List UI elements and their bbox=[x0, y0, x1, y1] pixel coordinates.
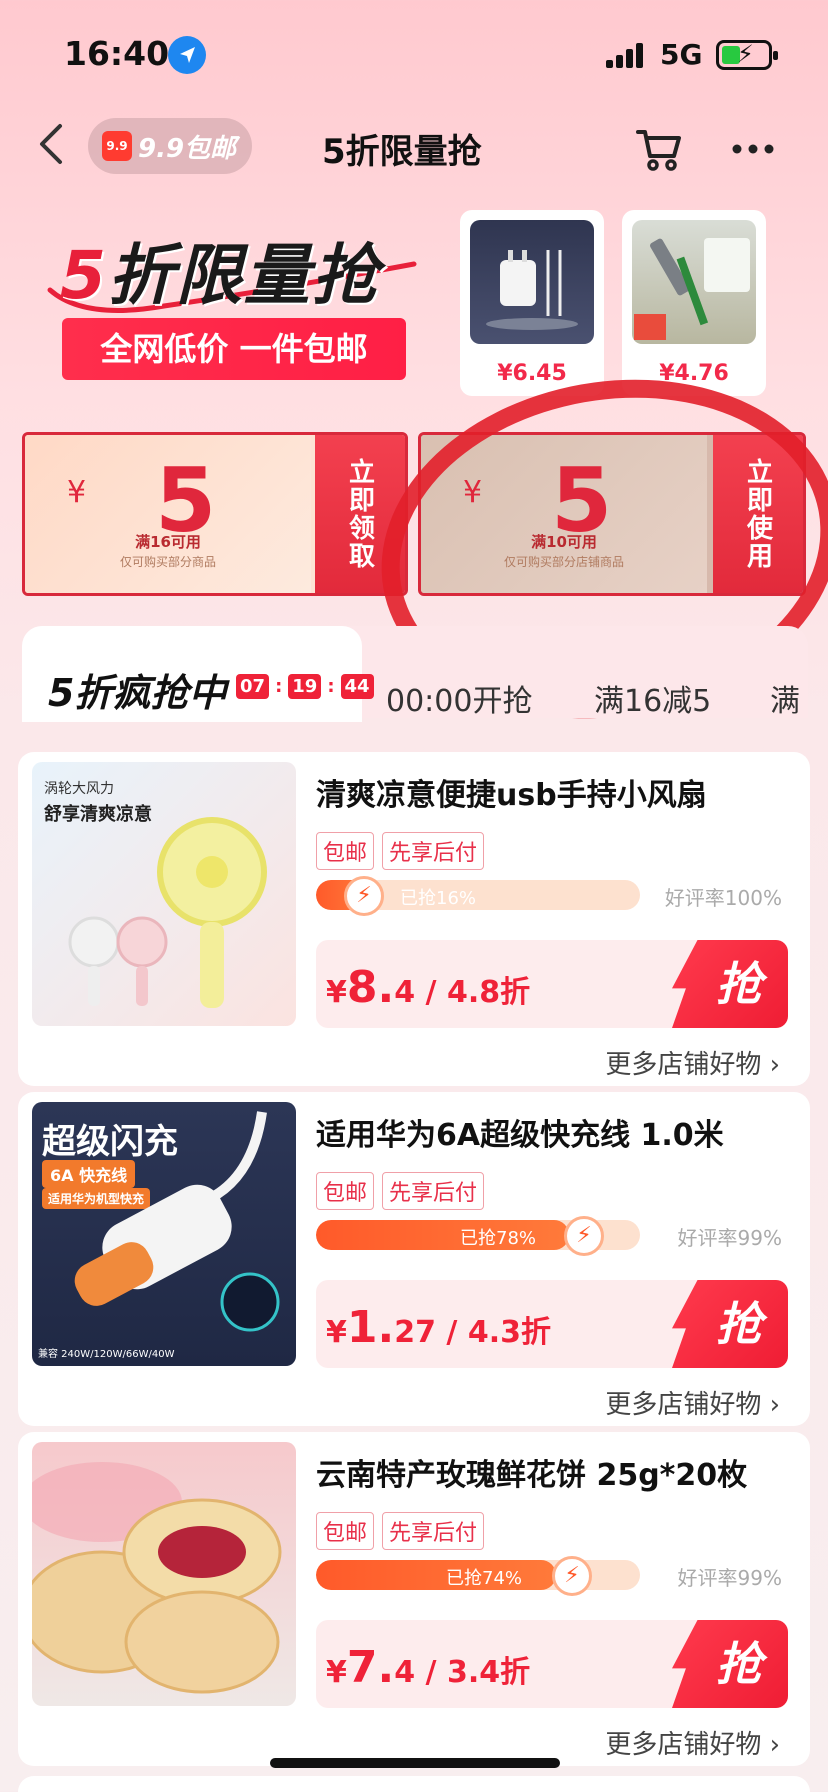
product-card[interactable]: 云南特产玫瑰鲜花饼 25g*20枚 包邮 先享后付 已抢74% ⚡ 好评率99%… bbox=[18, 1432, 810, 1766]
grab-button[interactable]: 抢 bbox=[672, 1280, 788, 1368]
fan-image: 涡轮大风力 舒享清爽凉意 bbox=[32, 762, 296, 1026]
countdown-hours: 07 bbox=[236, 674, 270, 699]
product-title: 云南特产玫瑰鲜花饼 25g*20枚 bbox=[316, 1458, 748, 1493]
tag-pay-later: 先享后付 bbox=[382, 1512, 485, 1550]
product-card[interactable]: 涡轮大风力 舒享清爽凉意 清爽凉意便捷usb手持小风扇 包邮 先享后付 已抢16… bbox=[18, 752, 810, 1086]
coupon-condition: 满16可用 bbox=[135, 533, 201, 551]
tag-free-shipping: 包邮 bbox=[316, 832, 375, 870]
price-integer: 8. bbox=[346, 962, 395, 1013]
charger-image bbox=[470, 220, 594, 344]
mini-product-card[interactable]: ¥6.45 bbox=[460, 210, 604, 396]
next-product-card-peek bbox=[18, 1776, 810, 1792]
cable-image-compat: 兼容 240W/120W/66W/40W bbox=[38, 1349, 175, 1360]
price-discount: / 4.8折 bbox=[415, 975, 531, 1010]
cart-icon bbox=[636, 130, 681, 171]
price-discount: / 4.3折 bbox=[435, 1315, 551, 1350]
price-currency: ¥ bbox=[326, 1315, 347, 1350]
product-rating: 好评率100% bbox=[664, 886, 782, 910]
chevron-left-icon bbox=[40, 124, 62, 164]
cellular-signal-icon bbox=[606, 42, 648, 68]
price-discount: / 3.4折 bbox=[415, 1655, 531, 1690]
squeegee-image bbox=[632, 220, 756, 344]
product-price: ¥7.4 / 3.4折 bbox=[326, 1642, 530, 1693]
price-integer: 1. bbox=[346, 1302, 395, 1353]
grab-button[interactable]: 抢 bbox=[672, 1620, 788, 1708]
chevron-right-icon: › bbox=[769, 1730, 780, 1760]
sold-progress-label: 已抢78% bbox=[460, 1228, 537, 1249]
countdown-minutes: 19 bbox=[288, 674, 322, 699]
lightning-icon: ⚡ bbox=[552, 1556, 592, 1596]
page-title: 5折限量抢 bbox=[322, 132, 482, 172]
chevron-right-icon: › bbox=[769, 1050, 780, 1080]
product-tags: 包邮 先享后付 bbox=[316, 1172, 485, 1210]
chevron-right-icon: › bbox=[769, 1390, 780, 1420]
price-decimal: 4 bbox=[394, 975, 416, 1010]
more-store-items-link[interactable]: 更多店铺好物 › bbox=[605, 1044, 780, 1081]
tab-more[interactable]: 满 bbox=[770, 676, 800, 720]
coupon-currency: ¥ bbox=[67, 475, 87, 510]
tab-active-label: 5折疯抢中 bbox=[48, 671, 227, 715]
cart-button[interactable] bbox=[634, 124, 684, 174]
more-button[interactable] bbox=[730, 128, 776, 168]
lightning-icon: ⚡ bbox=[344, 876, 384, 916]
network-type: 5G bbox=[660, 38, 703, 71]
grab-button[interactable]: 抢 bbox=[672, 940, 788, 1028]
tab-discount-16-5[interactable]: 满16减5 bbox=[594, 676, 711, 720]
countdown-seconds: 44 bbox=[340, 674, 374, 699]
home-indicator[interactable] bbox=[270, 1758, 560, 1768]
price-decimal: 27 bbox=[394, 1315, 436, 1350]
banner-title: 5折限量抢 bbox=[60, 222, 380, 318]
product-price: ¥1.27 / 4.3折 bbox=[326, 1302, 551, 1353]
tag-pay-later: 先享后付 bbox=[382, 1172, 485, 1210]
banner-subtitle: 全网低价 一件包邮 bbox=[62, 318, 406, 380]
pill-label: 9.9包邮 bbox=[138, 133, 237, 164]
price-currency: ¥ bbox=[326, 1655, 347, 1690]
banner-title-text: 折限量抢 bbox=[107, 237, 380, 314]
tag-free-shipping: 包邮 bbox=[316, 1172, 375, 1210]
product-rating: 好评率99% bbox=[677, 1566, 782, 1590]
product-tags: 包邮 先享后付 bbox=[316, 832, 485, 870]
more-store-items-label: 更多店铺好物 bbox=[605, 1730, 762, 1760]
mini-product-card[interactable]: ¥4.76 bbox=[622, 210, 766, 396]
coupon-card[interactable]: ¥ 5 满16可用 仅可购买部分商品 立即领取 bbox=[22, 432, 408, 596]
location-arrow-icon bbox=[168, 36, 206, 74]
price-currency: ¥ bbox=[326, 975, 347, 1010]
free-shipping-pill[interactable]: 9.9 9.9包邮 bbox=[88, 118, 252, 174]
more-store-items-label: 更多店铺好物 bbox=[605, 1390, 762, 1420]
product-title: 清爽凉意便捷usb手持小风扇 bbox=[316, 778, 707, 813]
tab-midnight[interactable]: 00:00开抢 bbox=[386, 676, 532, 720]
back-button[interactable] bbox=[36, 122, 76, 174]
tag-pay-later: 先享后付 bbox=[382, 832, 485, 870]
product-card[interactable]: 超级闪充 6A 快充线 适用华为机型快充 兼容 240W/120W/66W/40… bbox=[18, 1092, 810, 1426]
cable-image: 超级闪充 6A 快充线 适用华为机型快充 兼容 240W/120W/66W/40… bbox=[32, 1102, 296, 1366]
coupon-scope: 仅可购买部分商品 bbox=[119, 555, 216, 569]
more-store-items-label: 更多店铺好物 bbox=[605, 1050, 762, 1080]
more-store-items-link[interactable]: 更多店铺好物 › bbox=[605, 1384, 780, 1421]
pill-badge: 9.9 bbox=[102, 131, 132, 161]
price-box: ¥8.4 / 4.8折 抢 bbox=[316, 940, 788, 1028]
more-icon bbox=[732, 144, 774, 154]
price-box: ¥1.27 / 4.3折 抢 bbox=[316, 1280, 788, 1368]
countdown-timer: 07 : 19 : 44 bbox=[236, 674, 374, 699]
price-decimal: 4 bbox=[394, 1655, 416, 1690]
price-box: ¥7.4 / 3.4折 抢 bbox=[316, 1620, 788, 1708]
product-price: ¥8.4 / 4.8折 bbox=[326, 962, 530, 1013]
product-tags: 包邮 先享后付 bbox=[316, 1512, 485, 1550]
product-title: 适用华为6A超级快充线 1.0米 bbox=[316, 1118, 724, 1153]
tag-free-shipping: 包邮 bbox=[316, 1512, 375, 1550]
price-integer: 7. bbox=[346, 1642, 395, 1693]
lightning-icon: ⚡ bbox=[564, 1216, 604, 1256]
battery-icon: ⚡ bbox=[716, 40, 778, 70]
more-store-items-link[interactable]: 更多店铺好物 › bbox=[605, 1724, 780, 1761]
banner-title-number: 5 bbox=[60, 237, 108, 314]
product-rating: 好评率99% bbox=[677, 1226, 782, 1250]
status-time: 16:40 bbox=[64, 34, 170, 73]
mini-product-price: ¥6.45 bbox=[497, 361, 567, 386]
sold-progress-label: 已抢74% bbox=[446, 1568, 523, 1589]
flower-cake-image bbox=[32, 1442, 296, 1706]
sold-progress-label: 已抢16% bbox=[400, 888, 477, 909]
